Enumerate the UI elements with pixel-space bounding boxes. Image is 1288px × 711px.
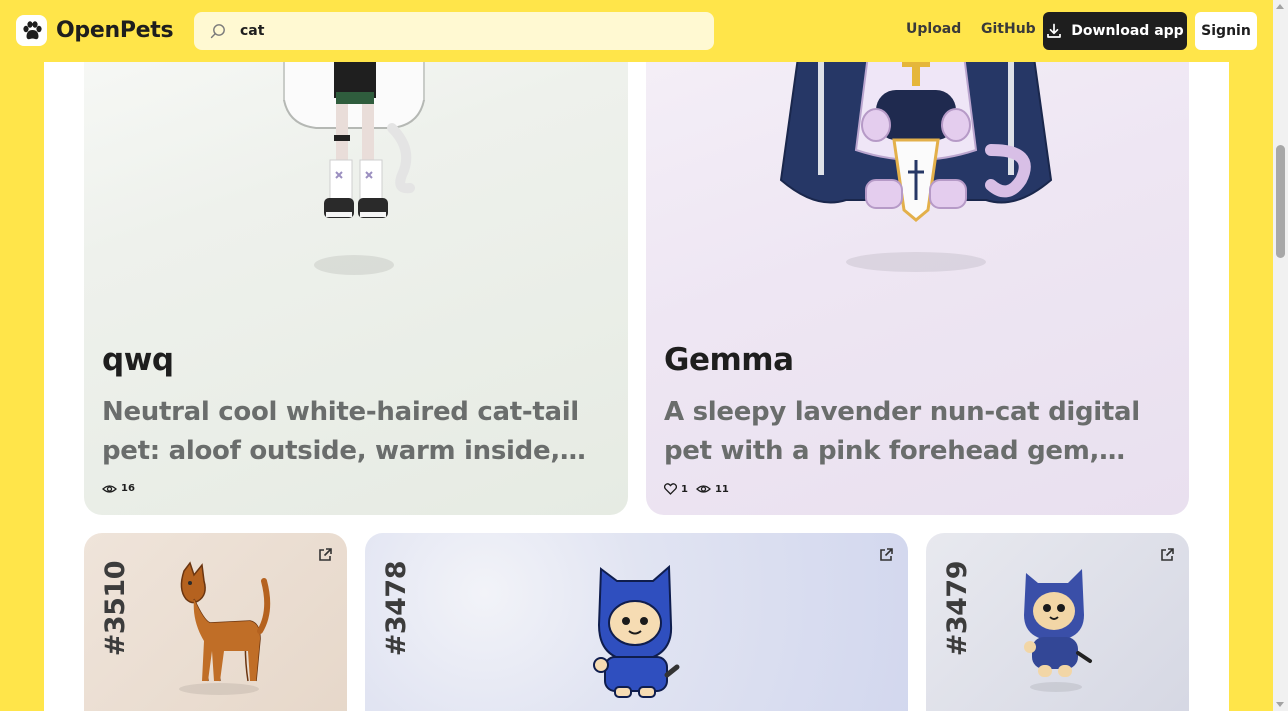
likes-count: 1 — [681, 483, 688, 495]
views-stat: 11 — [696, 484, 729, 495]
external-link-icon[interactable] — [878, 547, 894, 563]
likes-stat[interactable]: 1 — [664, 483, 688, 495]
brand[interactable]: OpenPets — [16, 15, 174, 46]
download-app-label: Download app — [1071, 23, 1184, 39]
views-count: 16 — [121, 483, 135, 494]
paw-icon — [16, 15, 47, 46]
pet-stats: 16 — [102, 483, 143, 494]
pet-image-3478 — [593, 565, 680, 698]
search-box[interactable] — [194, 12, 714, 50]
external-link-icon[interactable] — [317, 547, 333, 563]
pet-number: #3510 — [100, 561, 131, 657]
pet-card-gemma[interactable]: Gemma A sleepy lavender nun-cat digital … — [646, 0, 1189, 515]
brand-name: OpenPets — [56, 18, 174, 43]
github-link[interactable]: GitHub — [981, 21, 1036, 37]
scroll-thumb[interactable] — [1276, 145, 1285, 258]
pet-card-3510[interactable]: #3510 — [84, 533, 347, 711]
eye-icon — [102, 484, 117, 493]
signin-button[interactable]: Signin — [1195, 12, 1257, 50]
pet-image-3479 — [1024, 569, 1092, 692]
pet-title: qwq — [102, 342, 174, 378]
views-stat: 16 — [102, 483, 135, 494]
pet-number: #3478 — [381, 561, 412, 657]
scroll-down-arrow[interactable] — [1276, 702, 1284, 707]
top-bar: OpenPets Upload GitHub Download app Sign… — [0, 0, 1273, 62]
external-link-icon[interactable] — [1159, 547, 1175, 563]
pet-card-3479[interactable]: #3479 — [926, 533, 1189, 711]
heart-icon — [664, 483, 677, 495]
eye-icon — [696, 485, 711, 493]
pet-stats: 1 11 — [664, 483, 737, 495]
pet-description: Neutral cool white-haired cat-tail pet: … — [102, 397, 579, 466]
pet-description: A sleepy lavender nun-cat digital pet wi… — [664, 397, 1140, 466]
scroll-up-arrow[interactable] — [1276, 4, 1284, 9]
pet-card-3478[interactable]: #3478 — [365, 533, 908, 711]
pet-title: Gemma — [664, 342, 794, 378]
download-icon — [1047, 23, 1062, 38]
scrollbar[interactable] — [1273, 0, 1288, 711]
download-app-button[interactable]: Download app — [1043, 12, 1187, 50]
upload-link[interactable]: Upload — [906, 21, 961, 37]
pet-card-qwq[interactable]: qwq Neutral cool white-haired cat-tail p… — [84, 0, 628, 515]
views-count: 11 — [714, 483, 729, 495]
search-icon — [210, 24, 225, 39]
pet-number: #3479 — [942, 561, 973, 657]
search-input[interactable] — [240, 23, 680, 39]
pet-image-3510 — [179, 561, 271, 695]
